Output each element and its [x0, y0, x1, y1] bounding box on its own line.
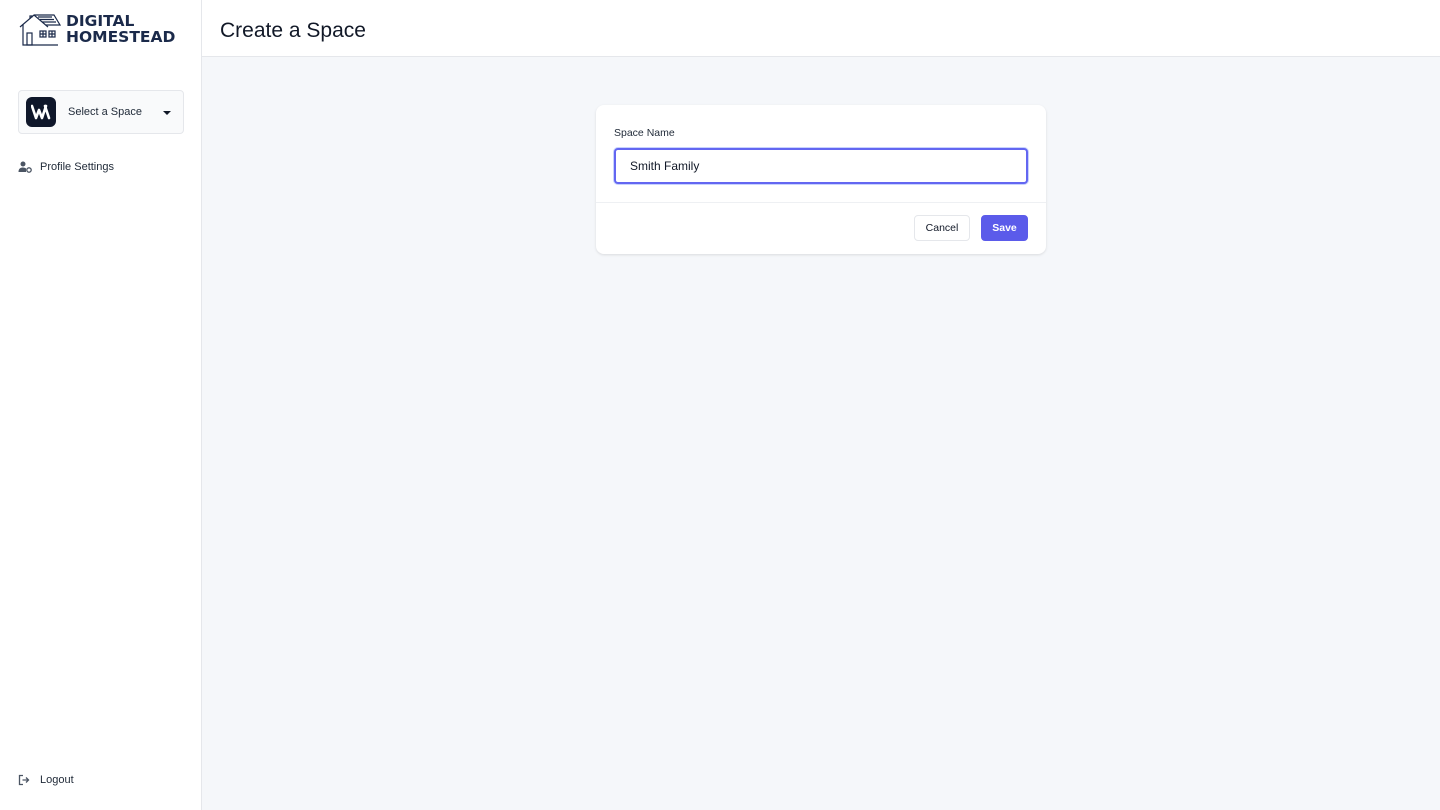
create-space-form: Space Name Cancel Save — [596, 105, 1046, 254]
space-selector[interactable]: Select a Space — [18, 90, 184, 134]
space-selector-label: Select a Space — [68, 106, 142, 118]
save-button[interactable]: Save — [981, 215, 1028, 241]
caret-down-icon — [163, 111, 171, 115]
logout-label: Logout — [40, 774, 74, 786]
sidebar-item-profile-settings[interactable]: Profile Settings — [18, 160, 114, 174]
user-cog-icon — [18, 160, 34, 174]
form-divider — [596, 202, 1046, 203]
sidebar-item-label: Profile Settings — [40, 161, 114, 173]
workspace-w-icon — [26, 97, 56, 127]
house-icon — [18, 12, 62, 46]
logo-line-1: DIGITAL — [66, 12, 135, 30]
page-title: Create a Space — [220, 19, 366, 42]
space-name-input[interactable] — [614, 148, 1028, 184]
logo-wordmark: DIGITAL HOMESTEAD — [66, 13, 175, 45]
logout-button[interactable]: Logout — [18, 773, 74, 787]
logo-line-2: HOMESTEAD — [66, 28, 176, 46]
app-logo[interactable]: DIGITAL HOMESTEAD — [18, 12, 175, 46]
logout-icon — [18, 773, 34, 787]
cancel-button[interactable]: Cancel — [914, 215, 970, 241]
sidebar: DIGITAL HOMESTEAD Select a Space Profile… — [0, 0, 202, 810]
top-bar: Create a Space — [202, 0, 1440, 57]
space-name-label: Space Name — [614, 127, 675, 139]
